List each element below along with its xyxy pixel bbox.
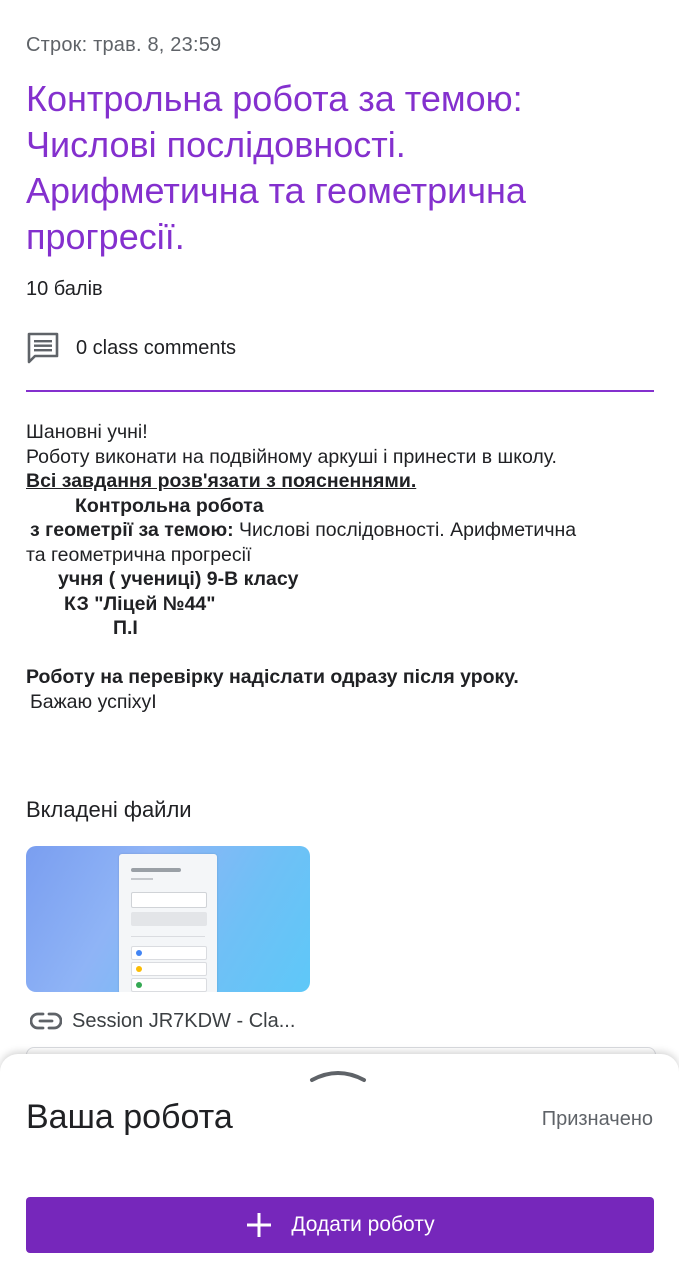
title-line: Числові послідовності. [26, 124, 406, 165]
comment-icon [27, 332, 59, 364]
preview-button [131, 912, 207, 926]
your-work-title: Ваша робота [26, 1098, 233, 1136]
title-line: Контрольна робота за темою: [26, 78, 523, 119]
points-label: 10 балів [26, 278, 103, 300]
your-work-sheet: Ваша робота Призначено Додати роботу [0, 1054, 679, 1280]
thumbnail-preview-card [119, 854, 217, 992]
preview-dot [136, 950, 142, 956]
accent-divider [26, 390, 654, 392]
description-line: КЗ "Ліцей №44" [64, 592, 216, 615]
attachment-link[interactable]: Session JR7KDW - Cla... [30, 1008, 295, 1034]
preview-divider [131, 936, 205, 937]
description-line: Всі завдання розв'язати з поясненнями. [26, 470, 417, 492]
assignment-status: Призначено [541, 1108, 653, 1130]
preview-dot [136, 966, 142, 972]
description-line: Роботу на перевірку надіслати одразу піс… [26, 666, 519, 688]
link-icon [30, 1012, 62, 1030]
description-line: П.І [113, 617, 138, 639]
attachments-heading: Вкладені файли [26, 797, 192, 822]
description-line: Контрольна робота [75, 494, 264, 517]
preview-row [131, 946, 207, 960]
assignment-description: Шановні учні! Роботу виконати на подвійн… [26, 420, 666, 714]
preview-row [131, 978, 207, 992]
description-spacer [26, 641, 666, 666]
attachment-thumbnail[interactable] [26, 846, 310, 992]
chevron-up-icon[interactable] [308, 1066, 368, 1084]
attachment-link-label: Session JR7KDW - Cla... [72, 1009, 296, 1032]
title-line: Арифметична та геометрична [26, 170, 526, 211]
add-work-button[interactable]: Додати роботу [26, 1197, 654, 1253]
description-text: Числові послідовності. Арифметична [233, 519, 577, 541]
description-line: учня ( учениці) 9-В класу [58, 568, 299, 590]
preview-field [131, 892, 207, 908]
assignment-title: Контрольна робота за темою: Числові посл… [26, 76, 666, 260]
assignment-page: Строк: трав. 8, 23:59 Контрольна робота … [0, 0, 679, 1280]
description-line: та геометрична прогресії [26, 543, 252, 566]
description-line: Шановні учні! [26, 421, 148, 443]
description-bold: з геометрії за темою: [30, 519, 234, 541]
preview-row [131, 962, 207, 976]
description-line: з геометрії за темою: Числові послідовно… [26, 518, 666, 543]
plus-icon [247, 1213, 272, 1237]
description-line: Роботу виконати на подвійному аркуші і п… [26, 445, 557, 468]
due-date: Строк: трав. 8, 23:59 [26, 34, 222, 56]
preview-line [131, 868, 181, 872]
class-comments-button[interactable]: 0 class comments [26, 332, 236, 364]
add-work-label: Додати роботу [291, 1213, 435, 1236]
preview-line [131, 878, 153, 880]
description-line: Бажаю успіхуI [30, 690, 157, 713]
title-line: прогресії. [26, 216, 185, 257]
comments-label: 0 class comments [76, 336, 237, 359]
preview-dot [136, 982, 142, 988]
